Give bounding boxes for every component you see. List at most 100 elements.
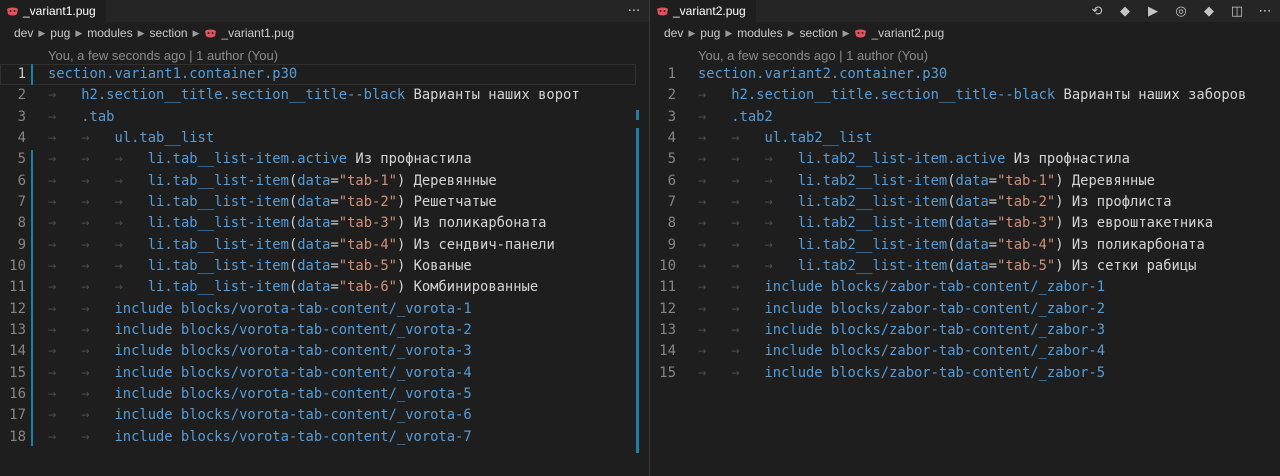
line-number: 1 bbox=[17, 66, 26, 82]
code-text: → → include blocks/vorota-tab-content/_v… bbox=[48, 427, 472, 448]
code-line[interactable]: 13 → → include blocks/vorota-tab-content/… bbox=[0, 320, 649, 341]
vertical-scrollbar[interactable] bbox=[637, 44, 649, 476]
code-line[interactable]: 13 → → include blocks/zabor-tab-content/_… bbox=[650, 320, 1280, 341]
code-line[interactable]: 7 → → → li.tab2__list-item(data="tab-2") … bbox=[650, 192, 1280, 213]
code-line[interactable]: 6 → → → li.tab__list-item(data="tab-1") Д… bbox=[0, 171, 649, 192]
code-line[interactable]: 1 section.variant2.container.p30 bbox=[650, 64, 1280, 85]
keyword-token: li bbox=[797, 172, 815, 189]
code-line[interactable]: 9 → → → li.tab2__list-item(data="tab-4") … bbox=[650, 235, 1280, 256]
breadcrumb-item-section[interactable]: section bbox=[800, 26, 838, 40]
more-actions-icon[interactable]: ··· bbox=[627, 4, 641, 19]
code-line[interactable]: 10 → → → li.tab__list-item(data="tab-5") … bbox=[0, 256, 649, 277]
indent-guide-arrow: → bbox=[81, 236, 115, 253]
text-token: ) Из поликарбоната bbox=[396, 215, 547, 232]
indent-guide-arrow: → bbox=[764, 193, 798, 210]
breadcrumb-item-modules[interactable]: modules bbox=[737, 26, 782, 40]
code-line[interactable]: 10 → → → li.tab2__list-item(data="tab-5")… bbox=[650, 256, 1280, 277]
code-line[interactable]: 12 → → include blocks/vorota-tab-content/… bbox=[0, 299, 649, 320]
breadcrumb-item-dev[interactable]: dev bbox=[14, 26, 33, 40]
code-line[interactable]: 7 → → → li.tab__list-item(data="tab-2") Р… bbox=[0, 192, 649, 213]
text-token: Из профнастила bbox=[1005, 151, 1130, 168]
more-icon[interactable]: ⋯ bbox=[1258, 4, 1272, 19]
breadcrumb-item-file[interactable]: _variant2.pug bbox=[871, 26, 944, 40]
left-editor-pane[interactable]: _variant1.pug ··· dev ▶ pug ▶ modules ▶ sec… bbox=[0, 0, 649, 476]
keyword-token: .variant2.container.p30 bbox=[756, 66, 948, 82]
keyword-token: include bbox=[114, 407, 173, 424]
text-token: = bbox=[330, 193, 339, 210]
keyword-token: .tab__list bbox=[131, 129, 215, 146]
codelens-blame[interactable]: You, a few seconds ago | 1 author (You) bbox=[698, 44, 928, 66]
preview-icon[interactable]: ◎ bbox=[1174, 4, 1188, 19]
right-editor-pane[interactable]: _variant2.pug ⟲ ◆ ▶ ◎ ◆ ◫ ⋯ dev ▶ pug ▶ mo… bbox=[650, 0, 1280, 476]
run-icon[interactable]: ▶ bbox=[1146, 4, 1160, 19]
code-line[interactable]: 8 → → → li.tab__list-item(data="tab-3") И… bbox=[0, 213, 649, 234]
code-line[interactable]: 14 → → include blocks/zabor-tab-content/_… bbox=[650, 341, 1280, 362]
code-line[interactable]: 6 → → → li.tab2__list-item(data="tab-1") … bbox=[650, 171, 1280, 192]
tab-variant1[interactable]: _variant1.pug bbox=[0, 0, 106, 22]
keyword-token: li bbox=[797, 236, 815, 253]
git-icon[interactable]: ◆ bbox=[1118, 4, 1132, 19]
code-text: → .tab bbox=[48, 107, 114, 128]
code-line[interactable]: 12 → → include blocks/zabor-tab-content/_… bbox=[650, 299, 1280, 320]
code-line[interactable]: 4 → → ul.tab__list bbox=[0, 128, 649, 149]
tab-title: _variant2.pug bbox=[673, 4, 746, 18]
keyword-token: .tab2__list-item bbox=[814, 257, 948, 274]
indent-guide-arrow: → bbox=[731, 343, 765, 360]
indent-guide-arrow: → bbox=[81, 193, 115, 210]
breadcrumb-item-pug[interactable]: pug bbox=[50, 26, 70, 40]
code-line[interactable]: 15 → → include blocks/vorota-tab-content/… bbox=[0, 363, 649, 384]
code-line[interactable]: 11 → → include blocks/zabor-tab-content/_… bbox=[650, 277, 1280, 298]
breadcrumb-item-file[interactable]: _variant1.pug bbox=[221, 26, 294, 40]
code-line[interactable]: 9 → → → li.tab__list-item(data="tab-4") И… bbox=[0, 235, 649, 256]
code-line[interactable]: 15 → → include blocks/zabor-tab-content/_… bbox=[650, 363, 1280, 384]
pug-file-icon bbox=[657, 7, 668, 15]
code-line[interactable]: 3 → .tab bbox=[0, 107, 649, 128]
text-token: ( bbox=[288, 236, 298, 253]
line-number: 2 bbox=[17, 87, 26, 104]
code-line[interactable]: 17 → → include blocks/vorota-tab-content/… bbox=[0, 405, 649, 426]
indent-guide-arrow: → bbox=[731, 215, 765, 232]
breadcrumb-item-pug[interactable]: pug bbox=[700, 26, 720, 40]
line-number: 14 bbox=[659, 343, 676, 360]
code-line[interactable]: 5 → → → li.tab__list-item.active Из профн… bbox=[0, 149, 649, 170]
code-text: → → include blocks/vorota-tab-content/_v… bbox=[48, 384, 472, 405]
tab-variant2[interactable]: _variant2.pug bbox=[650, 0, 756, 22]
text-token: ) Решетчатые bbox=[396, 193, 497, 210]
code-line[interactable]: 18 → → include blocks/vorota-tab-content/… bbox=[0, 427, 649, 448]
code-line[interactable]: 4 → → ul.tab2__list bbox=[650, 128, 1280, 149]
code-line[interactable]: 8 → → → li.tab2__list-item(data="tab-3") … bbox=[650, 213, 1280, 234]
keyword-token: li bbox=[797, 257, 815, 274]
breadcrumb-item-section[interactable]: section bbox=[150, 26, 188, 40]
code-line[interactable]: 5 → → → li.tab2__list-item.active Из проф… bbox=[650, 149, 1280, 170]
breadcrumb-item-modules[interactable]: modules bbox=[87, 26, 132, 40]
code-area-left[interactable]: 1 section.variant1.container.p30 2 → h2.sec… bbox=[0, 64, 649, 448]
text-token: Варианты наших заборов bbox=[1055, 87, 1247, 104]
keyword-token: include bbox=[114, 300, 173, 317]
text-token: Варианты наших ворот bbox=[405, 87, 580, 104]
keyword-token: include bbox=[764, 279, 823, 296]
line-number: 1 bbox=[667, 66, 676, 82]
code-line[interactable]: 2 → h2.section__title.section__title--bla… bbox=[0, 85, 649, 106]
code-text: → → → li.tab__list-item(data="tab-5") Ко… bbox=[48, 256, 472, 277]
line-number: 5 bbox=[17, 151, 26, 168]
code-line[interactable]: 3 → .tab2 bbox=[650, 107, 1280, 128]
text-token: ( bbox=[288, 172, 298, 189]
right-tab-bar: _variant2.pug ⟲ ◆ ▶ ◎ ◆ ◫ ⋯ bbox=[650, 0, 1280, 22]
code-area-right[interactable]: 1 section.variant2.container.p30 2 → h2.sec… bbox=[650, 64, 1280, 384]
code-line[interactable]: 11 → → → li.tab__list-item(data="tab-6") … bbox=[0, 277, 649, 298]
line-number: 15 bbox=[659, 364, 676, 381]
split-icon[interactable]: ◫ bbox=[1230, 4, 1244, 19]
indent-guide-arrow: → bbox=[48, 129, 82, 146]
codelens-blame[interactable]: You, a few seconds ago | 1 author (You) bbox=[48, 44, 278, 66]
keyword-token: section bbox=[48, 66, 107, 82]
source-control-icon[interactable]: ◆ bbox=[1202, 4, 1216, 19]
text-token: = bbox=[988, 236, 998, 253]
line-number: 12 bbox=[9, 300, 26, 317]
code-line[interactable]: 16 → → include blocks/vorota-tab-content/… bbox=[0, 384, 649, 405]
breadcrumb-item-dev[interactable]: dev bbox=[664, 26, 683, 40]
compare-icon[interactable]: ⟲ bbox=[1090, 4, 1104, 19]
code-line[interactable]: 14 → → include blocks/vorota-tab-content/… bbox=[0, 341, 649, 362]
chevron-right-icon: ▶ bbox=[787, 27, 795, 38]
code-line[interactable]: 2 → h2.section__title.section__title--bla… bbox=[650, 85, 1280, 106]
code-line[interactable]: 1 section.variant1.container.p30 bbox=[0, 64, 649, 85]
